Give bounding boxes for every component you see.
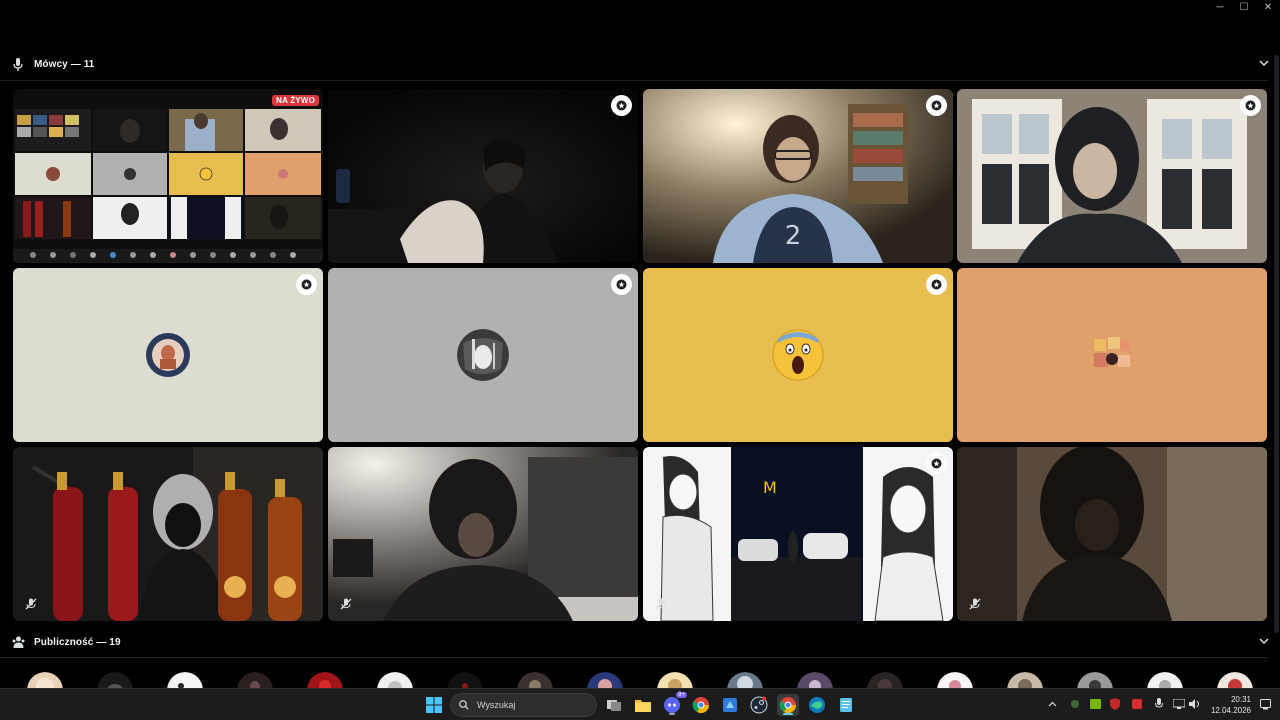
video-feed: 2 <box>643 89 953 263</box>
muted-microphone-icon <box>24 597 38 611</box>
video-tile[interactable] <box>328 89 638 263</box>
chevron-down-icon[interactable] <box>1258 635 1270 647</box>
muted-microphone-icon <box>968 597 982 611</box>
speakers-header[interactable]: Mówcy — 11 <box>0 50 1280 78</box>
notification-icon[interactable] <box>1258 697 1272 711</box>
audience-icon <box>11 635 25 649</box>
muted-microphone-icon <box>339 597 353 611</box>
host-badge-icon <box>296 274 317 295</box>
taskbar-search[interactable]: Wyszukaj <box>450 693 597 717</box>
divider <box>0 657 1268 658</box>
video-feed <box>957 89 1267 263</box>
live-badge: NA ŻYWO <box>272 95 319 106</box>
clock-time: 20:31 <box>1230 695 1251 704</box>
audience-header[interactable]: Publiczność — 19 <box>0 628 1280 656</box>
scrollbar[interactable] <box>1274 55 1279 633</box>
avatar-tile[interactable] <box>13 268 323 442</box>
microphone-icon <box>11 57 25 71</box>
search-icon <box>459 700 469 710</box>
active-indicator <box>783 713 793 715</box>
user-avatar <box>457 329 509 381</box>
speakers-title: Mówcy — 11 <box>34 58 95 70</box>
video-tile[interactable] <box>957 89 1267 263</box>
video-feed <box>13 447 323 621</box>
host-badge-icon <box>611 95 632 116</box>
task-view-icon[interactable] <box>603 694 625 716</box>
steam-icon[interactable] <box>748 694 770 716</box>
clock-date: 12.04.2026 <box>1210 706 1251 715</box>
avatar-tile[interactable] <box>957 268 1267 442</box>
host-badge-icon <box>611 274 632 295</box>
chrome-icon[interactable] <box>690 694 712 716</box>
store-icon[interactable] <box>719 694 741 716</box>
security-icon[interactable] <box>1108 697 1122 711</box>
video-tile[interactable]: 2 <box>643 89 953 263</box>
edge-icon[interactable] <box>806 694 828 716</box>
chevron-down-icon[interactable] <box>1258 57 1270 69</box>
video-tile[interactable] <box>957 447 1267 621</box>
svg-text:M: M <box>763 478 777 497</box>
svg-text:2: 2 <box>785 221 802 251</box>
maximize-button[interactable]: ☐ <box>1232 0 1256 16</box>
windows-start-icon[interactable] <box>423 694 445 716</box>
microphone-icon[interactable] <box>1152 697 1166 711</box>
chrome-icon[interactable] <box>777 694 799 716</box>
network-icon[interactable] <box>1172 697 1186 711</box>
audience-title: Publiczność — 19 <box>34 636 121 648</box>
host-badge-icon <box>926 274 947 295</box>
video-feed <box>328 89 638 263</box>
clock[interactable]: 20:31 12.04.2026 <box>1211 694 1251 716</box>
video-feed: M <box>643 447 953 621</box>
discord-icon[interactable]: 9+ <box>661 692 687 716</box>
user-avatar <box>142 329 194 381</box>
video-tile[interactable] <box>13 447 323 621</box>
video-tile[interactable]: M <box>643 447 953 621</box>
screen-share-tile[interactable]: NA ŻYWO <box>13 89 323 263</box>
avatar-tile[interactable] <box>328 268 638 442</box>
video-feed <box>328 447 638 621</box>
host-badge-icon <box>1240 95 1261 116</box>
chevron-up-icon[interactable] <box>1045 697 1059 711</box>
close-button[interactable]: ✕ <box>1256 0 1280 16</box>
notification-badge: 9+ <box>676 692 687 698</box>
file-explorer-icon[interactable] <box>632 694 654 716</box>
video-tile[interactable] <box>328 447 638 621</box>
minimize-button[interactable]: ─ <box>1208 0 1232 16</box>
divider <box>0 80 1268 81</box>
app-tray-icon[interactable] <box>1130 697 1144 711</box>
app-tray-icon[interactable] <box>1068 697 1082 711</box>
active-indicator <box>669 713 675 715</box>
user-avatar <box>1086 329 1138 381</box>
muted-microphone-icon <box>654 597 668 611</box>
host-badge-icon <box>926 453 947 474</box>
user-avatar <box>772 329 824 381</box>
volume-icon[interactable] <box>1188 697 1202 711</box>
notepad-icon[interactable] <box>835 694 857 716</box>
host-badge-icon <box>926 95 947 116</box>
screen-share-preview <box>13 89 323 263</box>
taskbar: Wyszukaj 9+ 20:31 12.04.2026 <box>0 688 1280 720</box>
video-feed <box>957 447 1267 621</box>
avatar-tile[interactable] <box>643 268 953 442</box>
nvidia-icon[interactable] <box>1088 697 1102 711</box>
search-placeholder: Wyszukaj <box>477 700 516 710</box>
window-controls: ─ ☐ ✕ <box>1208 0 1280 16</box>
